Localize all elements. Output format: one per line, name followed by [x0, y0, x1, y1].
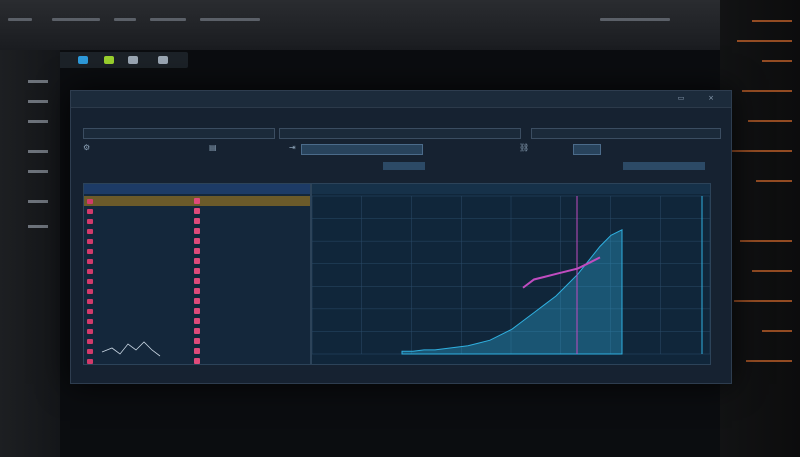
background-line — [737, 40, 792, 42]
background-line — [740, 240, 792, 242]
background-line — [732, 150, 792, 152]
tab-indicator[interactable] — [383, 162, 425, 170]
toolbar-row-1 — [83, 113, 719, 125]
background-line — [752, 270, 792, 272]
background-stripe — [8, 18, 32, 21]
background-stripe — [200, 18, 260, 21]
indicator-icon — [78, 56, 88, 64]
chart-icon[interactable]: ▤ — [209, 143, 217, 152]
query-input[interactable] — [279, 128, 521, 139]
title-bar: ▭ × — [71, 91, 731, 108]
indicator-icon — [104, 56, 114, 64]
background-mark — [28, 100, 48, 103]
background-stripe — [114, 18, 136, 21]
background-sidebar — [0, 50, 60, 457]
chart-panel — [311, 183, 711, 365]
background-mark — [28, 150, 48, 153]
background-mark — [28, 80, 48, 83]
series-list-panel — [83, 183, 311, 365]
expand-icon[interactable]: ⇥ — [289, 143, 296, 152]
background-line — [742, 90, 792, 92]
link-icon[interactable]: ⛓ — [519, 143, 529, 152]
selected-filter[interactable] — [301, 144, 423, 155]
settings-icon[interactable]: ⚙ — [83, 143, 90, 152]
background-line — [756, 180, 792, 182]
toolbar-row-2 — [83, 127, 721, 139]
background-line — [762, 60, 792, 62]
background-mark — [28, 225, 48, 228]
background-top-bar — [0, 0, 800, 50]
background-line — [734, 300, 792, 302]
background-mark — [28, 170, 48, 173]
background-stripe — [600, 18, 670, 21]
mini-sparkline — [101, 341, 161, 357]
background-line — [752, 20, 792, 22]
background-stripe — [52, 18, 100, 21]
indicator-icon — [128, 56, 138, 64]
area-series — [401, 228, 623, 355]
background-mark — [28, 120, 48, 123]
tab-indicator[interactable] — [623, 162, 705, 170]
value-input[interactable] — [531, 128, 721, 139]
close-icon[interactable]: × — [707, 94, 715, 102]
toolbar-row-3: ⚙ ▤ ⇥ ⛓ — [83, 143, 719, 155]
background-line — [748, 120, 792, 122]
background-stripe — [150, 18, 186, 21]
background-line — [746, 360, 792, 362]
toolbar-row-4 — [83, 159, 719, 171]
filter-input[interactable] — [83, 128, 275, 139]
background-right-panel — [720, 0, 800, 457]
background-line — [762, 330, 792, 332]
status-bar — [71, 366, 731, 378]
minimize-icon[interactable]: ▭ — [677, 94, 685, 102]
background-mark — [28, 200, 48, 203]
main-window: ▭ × ⚙ ▤ ⇥ ⛓ — [70, 90, 732, 384]
chart-canvas — [312, 195, 710, 355]
indicator-icon — [158, 56, 168, 64]
toggle-button[interactable] — [573, 144, 601, 155]
